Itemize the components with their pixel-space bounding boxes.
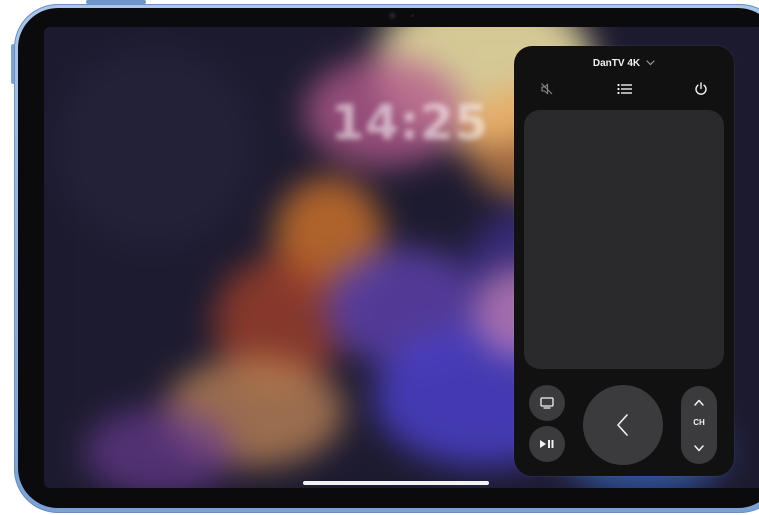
chevron-up-icon xyxy=(694,399,704,406)
camera-icon xyxy=(388,11,397,20)
apple-tv-remote-panel: DanTV 4K CH xyxy=(514,46,734,476)
tv-icon xyxy=(540,397,554,409)
play-pause-button[interactable] xyxy=(529,426,565,462)
chevron-down-icon xyxy=(646,60,655,66)
chevron-down-icon xyxy=(694,444,704,451)
speaker-mute-icon xyxy=(541,83,553,95)
back-button[interactable] xyxy=(583,385,663,465)
channel-label: CH xyxy=(693,418,705,427)
guide-button[interactable] xyxy=(613,78,635,100)
power-button[interactable] xyxy=(690,78,712,100)
power-icon xyxy=(695,82,707,95)
touchpad[interactable] xyxy=(524,110,724,369)
list-icon xyxy=(616,83,632,95)
mute-button[interactable] xyxy=(536,78,558,100)
device-selector[interactable]: DanTV 4K xyxy=(514,54,734,72)
device-name: DanTV 4K xyxy=(592,57,641,69)
channel-up-button[interactable] xyxy=(681,390,717,414)
channel-down-button[interactable] xyxy=(681,436,717,460)
chevron-left-icon xyxy=(617,414,628,436)
ipad-screenshot: 14:25 DanTV 4K CH xyxy=(0,0,759,515)
channel-rocker: CH xyxy=(681,386,717,464)
play-pause-icon xyxy=(540,440,554,448)
lock-screen-time: 14:25 xyxy=(331,95,489,151)
tv-button[interactable] xyxy=(529,385,565,421)
sensor-dot xyxy=(411,14,414,17)
home-indicator[interactable] xyxy=(303,481,489,485)
